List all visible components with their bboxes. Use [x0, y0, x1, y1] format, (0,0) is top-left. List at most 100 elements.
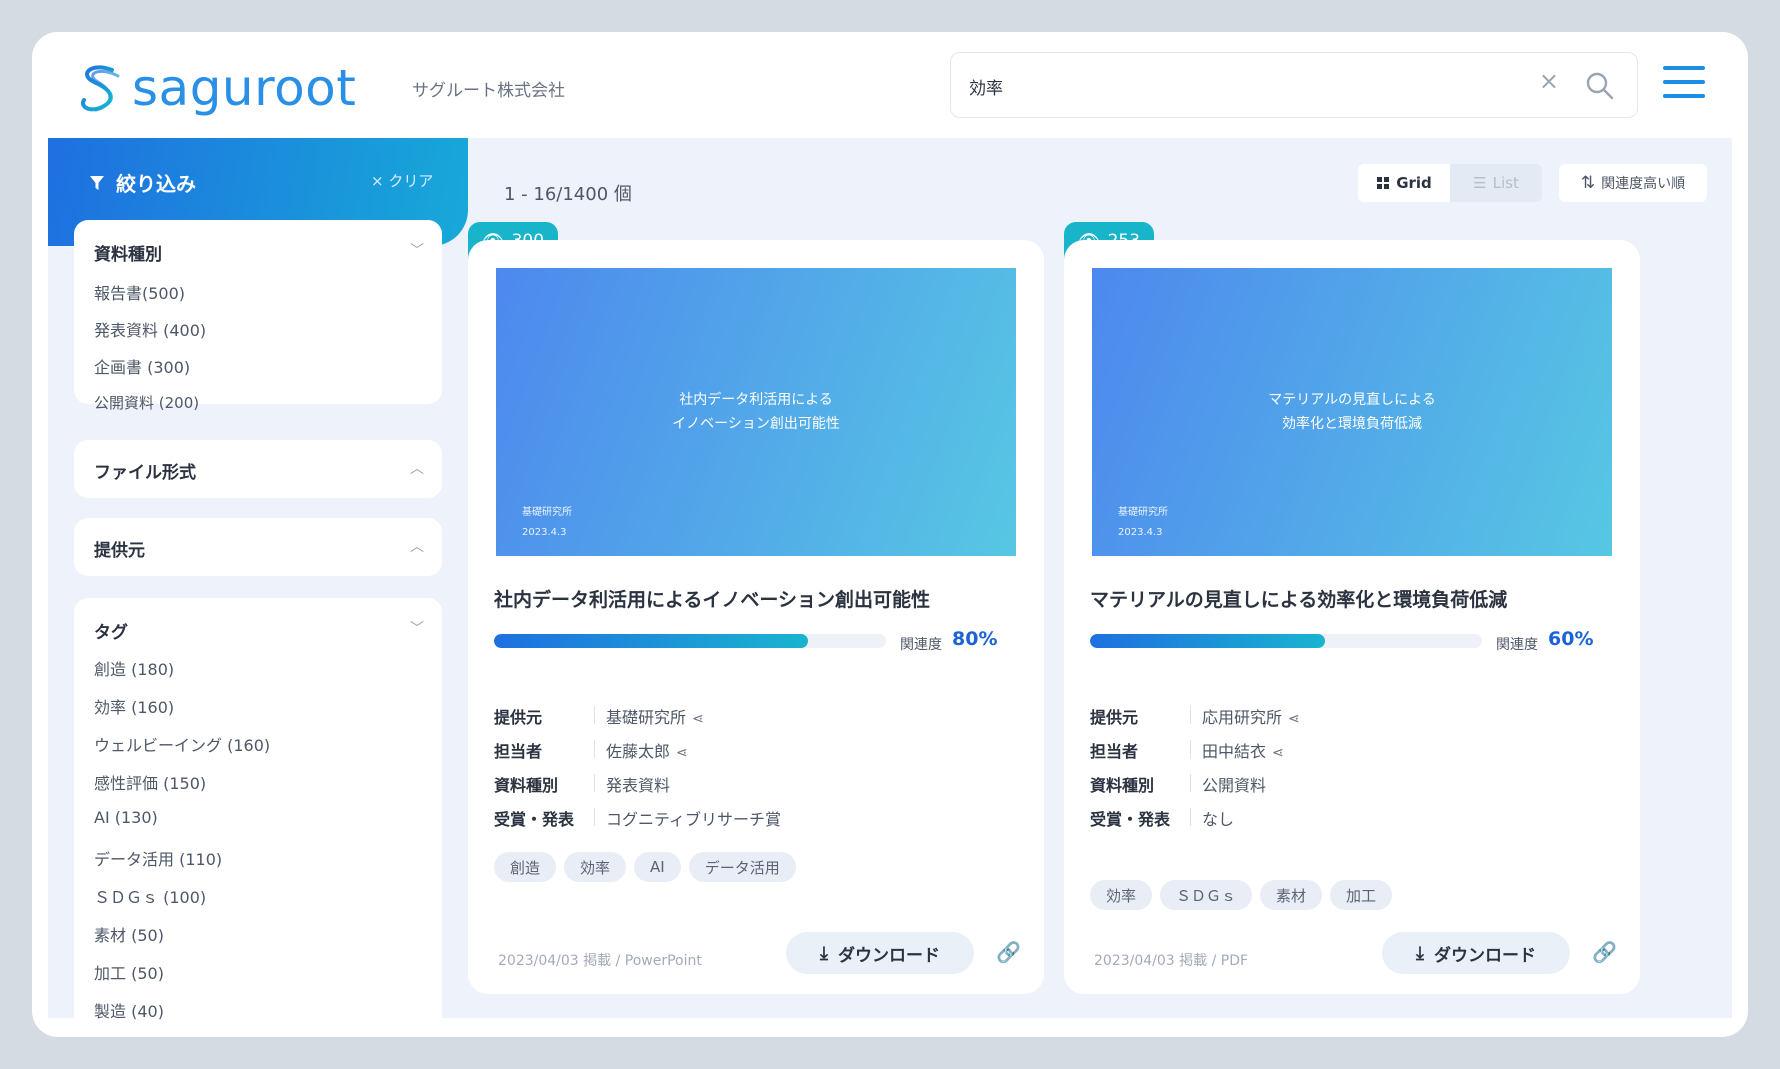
relevance-bar-fill [494, 634, 808, 648]
meta-key: 提供元 [1090, 708, 1139, 727]
thumbnail-date: 2023.4.3 [522, 527, 567, 538]
meta-value-person[interactable]: 佐藤太郎 ⋖ [606, 738, 688, 762]
filter-option[interactable]: ウェルビーイング (160) [94, 732, 270, 756]
sort-dropdown[interactable]: ⇅ 関連度高い順 [1559, 164, 1707, 202]
provider-name: 基礎研究所 [606, 708, 687, 727]
search-input[interactable]: 効率 [969, 74, 1003, 99]
download-label: ダウンロード [1433, 945, 1536, 966]
document-thumbnail[interactable]: マテリアルの見直しによる 効率化と環境負荷低減 基礎研究所 2023.4.3 [1092, 268, 1612, 556]
download-button[interactable]: ⤓ ダウンロード [1382, 932, 1570, 974]
chevron-down-icon[interactable]: ﹀ [410, 240, 424, 260]
filter-title-text: 絞り込み [116, 172, 196, 196]
thumbnail-title: マテリアルの見直しによる 効率化と環境負荷低減 [1092, 388, 1612, 436]
filter-option[interactable]: 素材 (50) [94, 922, 164, 946]
result-count: 1 - 16/1400 個 [504, 184, 632, 205]
thumbnail-title-line: 社内データ利活用による [679, 392, 833, 408]
tag-chip[interactable]: AI [634, 852, 681, 882]
thumbnail-title: 社内データ利活用による イノベーション創出可能性 [496, 388, 1016, 436]
clear-icon[interactable]: × [1539, 69, 1559, 93]
document-card[interactable]: マテリアルの見直しによる 効率化と環境負荷低減 基礎研究所 2023.4.3 マ… [1064, 240, 1640, 994]
filter-option[interactable]: 報告書(500) [94, 280, 185, 304]
chevron-up-icon[interactable]: ︿ [410, 536, 424, 556]
provider-name: 応用研究所 [1202, 708, 1283, 727]
filter-option[interactable]: データ活用 (110) [94, 846, 222, 870]
relevance-label: 関連度 [900, 637, 942, 653]
tag-chip[interactable]: 効率 [1090, 880, 1153, 910]
filter-option[interactable]: 感性評価 (150) [94, 770, 206, 794]
filter-option[interactable]: 公開資料 (200) [94, 392, 199, 413]
meta-value-type: 発表資料 [606, 776, 671, 795]
filter-panel-tags: タグ ﹀ 創造 (180) 効率 (160) ウェルビーイング (160) 感性… [74, 598, 442, 1037]
logo-text: saguroot [132, 59, 357, 117]
share-icon[interactable]: ⋖ [676, 745, 688, 761]
filter-option[interactable]: 加工 (50) [94, 960, 164, 984]
filter-panel-provider[interactable]: 提供元 ︿ [74, 518, 442, 576]
filter-title: 絞り込み [88, 168, 196, 197]
panel-title-file-format[interactable]: ファイル形式 [94, 458, 196, 483]
thumbnail-title-line: 効率化と環境負荷低減 [1282, 416, 1422, 432]
search-icon[interactable] [1585, 71, 1615, 101]
meta-value-award: なし [1202, 810, 1235, 829]
list-icon: ☰ [1473, 174, 1487, 192]
document-thumbnail[interactable]: 社内データ利活用による イノベーション創出可能性 基礎研究所 2023.4.3 [496, 268, 1016, 556]
panel-title-provider[interactable]: 提供元 [94, 536, 145, 561]
list-view-button[interactable]: ☰ List [1450, 164, 1542, 202]
chevron-down-icon[interactable]: ﹀ [410, 618, 424, 638]
main-content: 絞り込み × クリア 資料種別 ﹀ 報告書(500) 発表資料 (400) 企画… [48, 138, 1732, 1037]
tag-chip[interactable]: 加工 [1330, 880, 1393, 910]
share-icon[interactable]: ⋖ [692, 711, 704, 727]
meta-key: 受賞・発表 [494, 810, 575, 829]
grid-icon [1377, 177, 1390, 189]
meta-key: 受賞・発表 [1090, 810, 1171, 829]
filter-option[interactable]: 製造 (40) [94, 998, 164, 1022]
filter-option[interactable]: 企画書 (300) [94, 354, 190, 378]
logo[interactable]: saguroot [72, 60, 356, 116]
thumbnail-title-line: イノベーション創出可能性 [672, 416, 840, 432]
document-card[interactable]: 社内データ利活用による イノベーション創出可能性 基礎研究所 2023.4.3 … [468, 240, 1044, 994]
grid-view-label: Grid [1396, 174, 1432, 192]
app-window: saguroot サグルート株式会社 効率 × 絞り込み × クリア 資料種別 [32, 32, 1748, 1037]
company-name: サグルート株式会社 [412, 81, 565, 101]
share-icon[interactable]: ⋖ [1288, 711, 1300, 727]
panel-title-doc-type[interactable]: 資料種別 [94, 240, 162, 265]
thumbnail-org: 基礎研究所 [1118, 507, 1168, 518]
filter-option[interactable]: 創造 (180) [94, 656, 174, 680]
header: saguroot サグルート株式会社 効率 × [32, 32, 1748, 138]
card-title[interactable]: 社内データ利活用によるイノベーション創出可能性 [494, 585, 930, 612]
download-icon: ⤓ [1416, 942, 1424, 964]
filter-option[interactable]: 発表資料 (400) [94, 317, 206, 341]
link-icon[interactable]: 🔗 [1592, 940, 1617, 964]
tag-chip[interactable]: 効率 [564, 852, 627, 882]
download-label: ダウンロード [837, 945, 940, 966]
card-title[interactable]: マテリアルの見直しによる効率化と環境負荷低減 [1090, 585, 1507, 612]
panel-title-tags[interactable]: タグ [94, 618, 128, 643]
filter-option[interactable]: AI (130) [94, 808, 158, 827]
filter-clear-button[interactable]: × クリア [371, 170, 433, 191]
grid-view-button[interactable]: Grid [1358, 164, 1450, 202]
meta-value-provider[interactable]: 基礎研究所 ⋖ [606, 704, 704, 728]
meta-value-type: 公開資料 [1202, 776, 1267, 795]
chevron-up-icon[interactable]: ︿ [410, 458, 424, 478]
filter-panel-doc-type: 資料種別 ﹀ 報告書(500) 発表資料 (400) 企画書 (300) 公開資… [74, 220, 442, 412]
filter-panel-file-format[interactable]: ファイル形式 ︿ [74, 440, 442, 498]
tag-chip[interactable]: データ活用 [688, 852, 796, 882]
thumbnail-date: 2023.4.3 [1118, 527, 1163, 538]
meta-value-person[interactable]: 田中結衣 ⋖ [1202, 738, 1284, 762]
download-icon: ⤓ [820, 942, 828, 964]
download-button[interactable]: ⤓ ダウンロード [786, 932, 974, 974]
filter-option[interactable]: 効率 (160) [94, 694, 174, 718]
search-box[interactable]: 効率 × [950, 52, 1638, 118]
thumbnail-org: 基礎研究所 [522, 507, 572, 518]
link-icon[interactable]: 🔗 [996, 940, 1021, 964]
share-icon[interactable]: ⋖ [1272, 745, 1284, 761]
menu-icon[interactable] [1663, 66, 1705, 102]
meta-key: 担当者 [494, 742, 543, 761]
person-name: 佐藤太郎 [606, 742, 671, 761]
meta-value-provider[interactable]: 応用研究所 ⋖ [1202, 704, 1300, 728]
tag-chip[interactable]: 素材 [1260, 880, 1323, 910]
filter-option[interactable]: ＳＤＧｓ (100) [94, 884, 206, 908]
tag-list: 創造 効率 AI データ活用 [494, 852, 796, 882]
tag-list: 効率 ＳＤＧｓ 素材 加工 [1090, 880, 1393, 910]
tag-chip[interactable]: ＳＤＧｓ [1160, 880, 1253, 910]
tag-chip[interactable]: 創造 [494, 852, 557, 882]
